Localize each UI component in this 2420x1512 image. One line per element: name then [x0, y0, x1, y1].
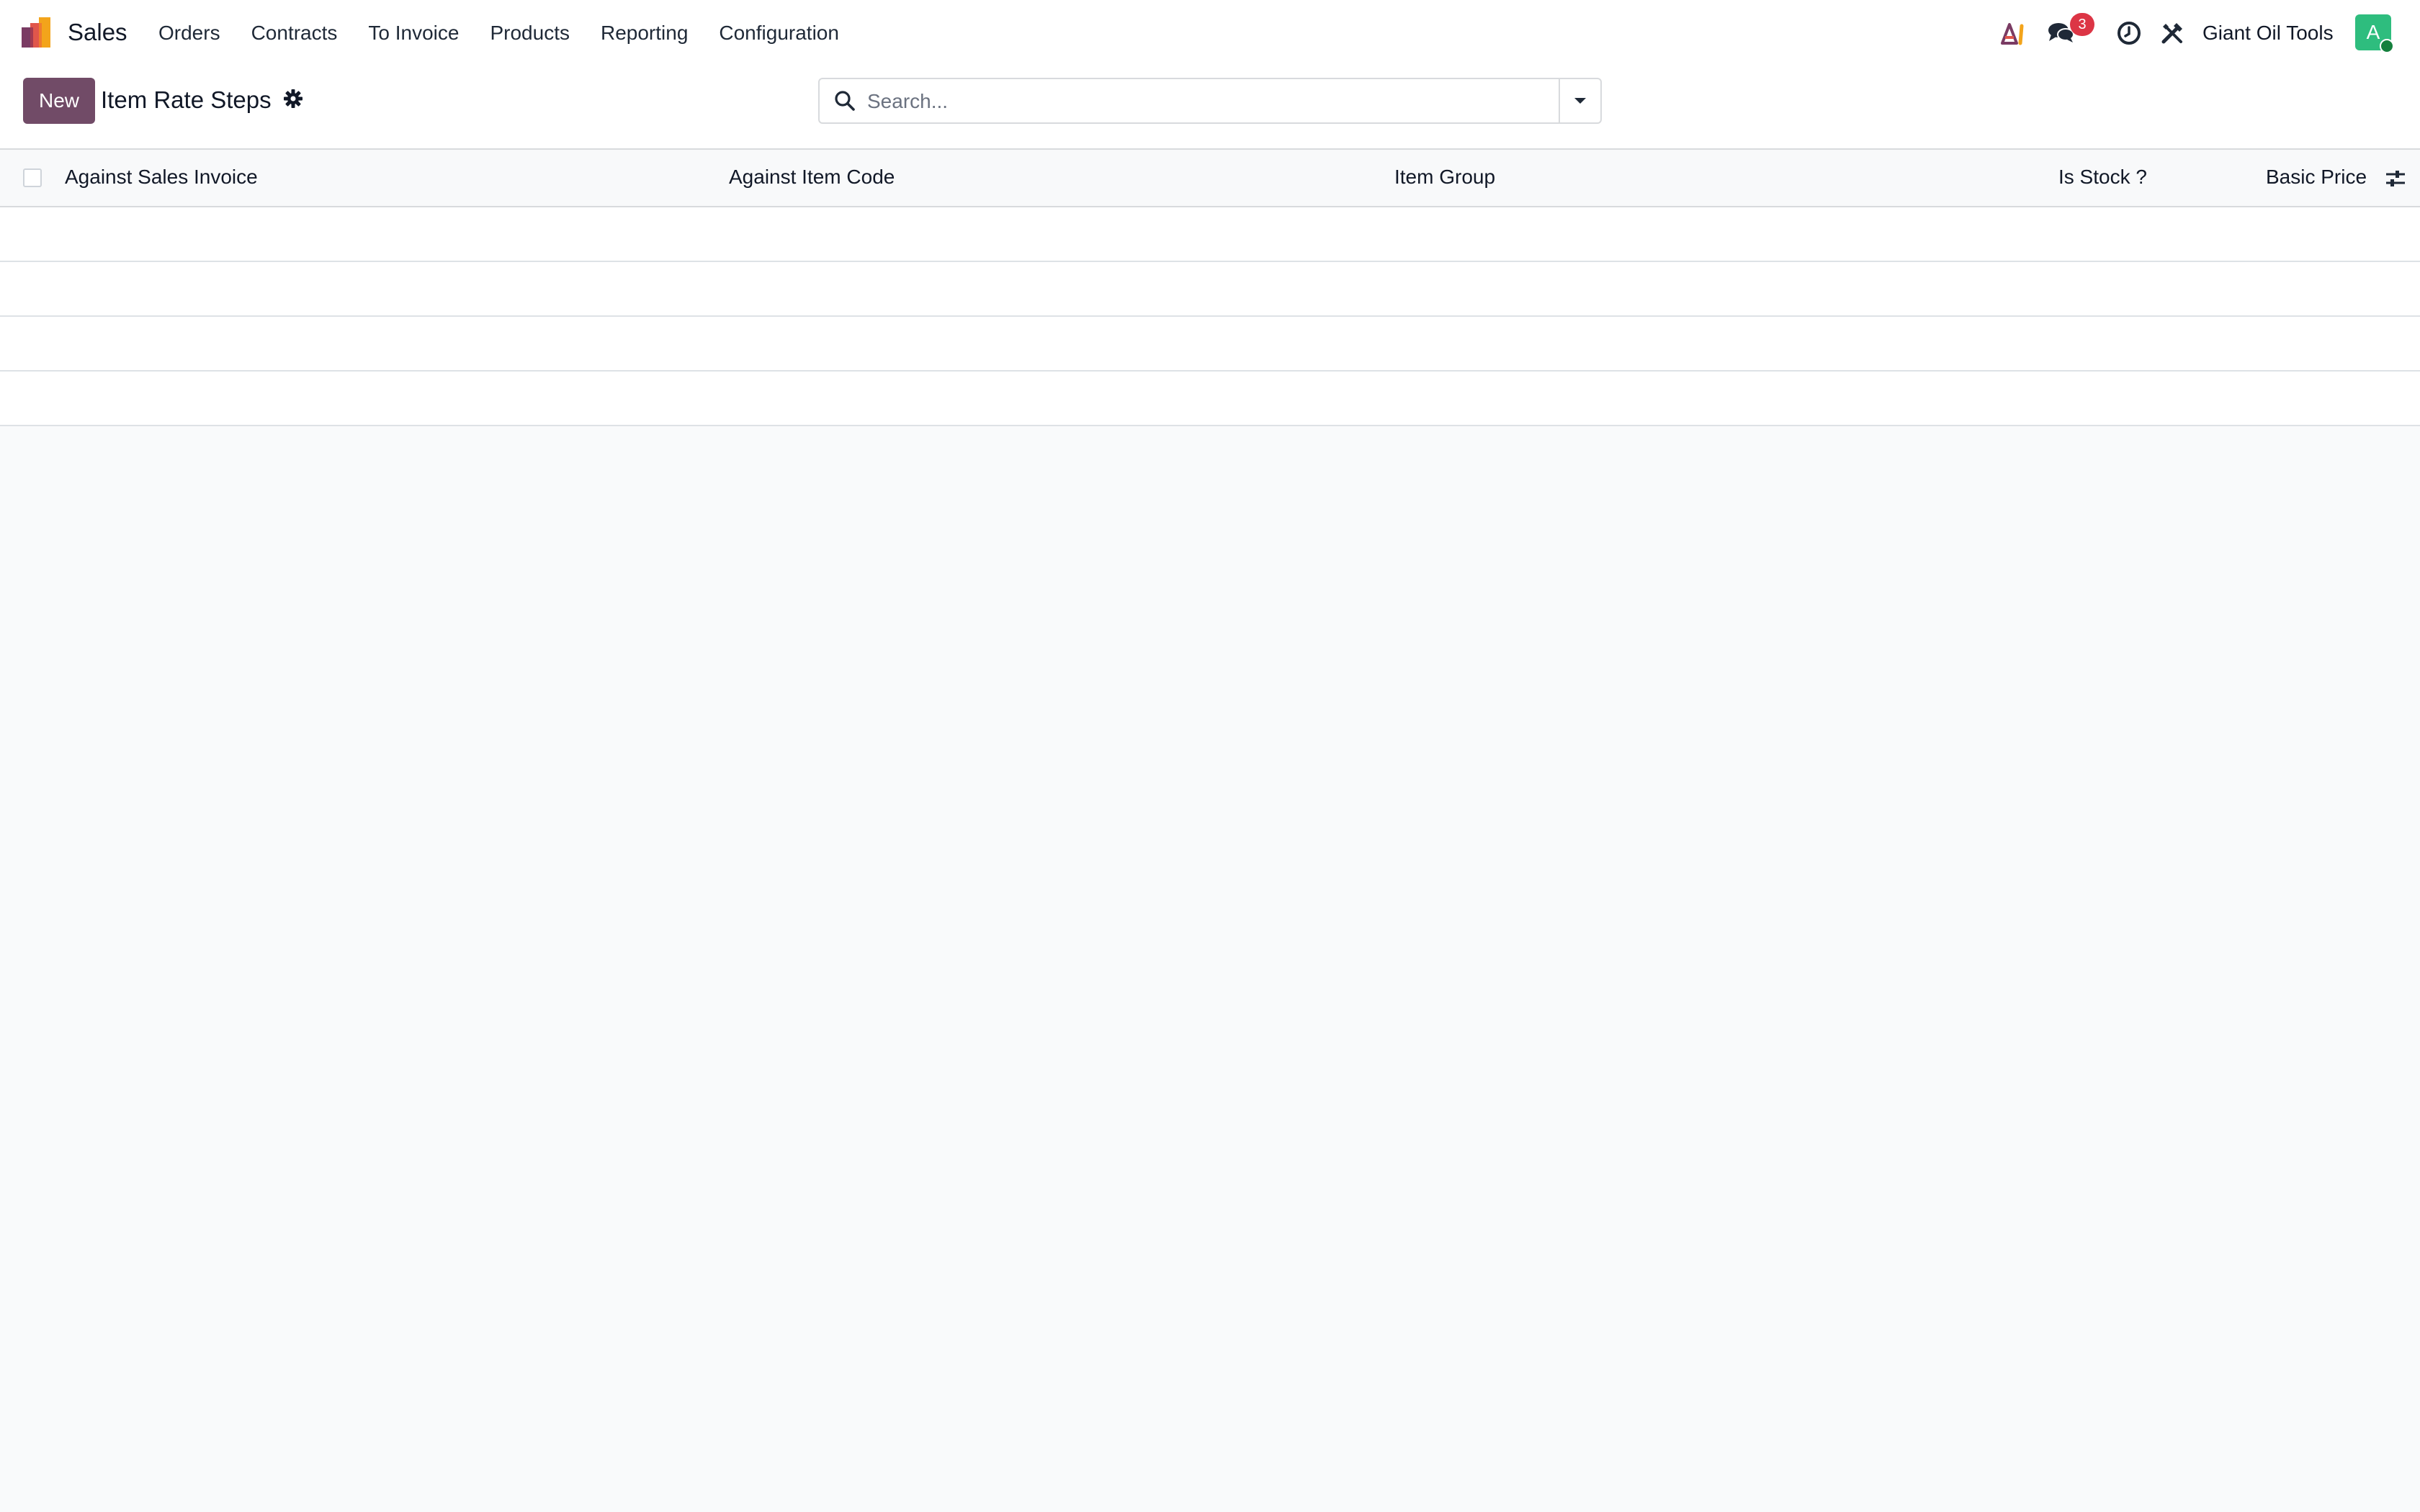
column-header-item-group[interactable]: Item Group — [1394, 166, 1495, 189]
select-all-checkbox[interactable] — [23, 168, 42, 187]
column-header-is-stock[interactable]: Is Stock ? — [2058, 166, 2147, 189]
new-button[interactable]: New — [23, 78, 95, 124]
gear-icon[interactable] — [282, 88, 304, 109]
menu-item-reporting[interactable]: Reporting — [601, 22, 688, 45]
sales-app-icon[interactable] — [20, 16, 55, 50]
search-options-toggle[interactable] — [1559, 78, 1602, 124]
messages-badge: 3 — [2070, 13, 2094, 36]
ai-assistant-icon[interactable] — [1999, 19, 2028, 48]
company-switcher[interactable]: Giant Oil Tools — [2202, 22, 2334, 45]
debug-tools-icon[interactable] — [2158, 19, 2187, 48]
empty-table-row — [0, 207, 2420, 262]
app-name[interactable]: Sales — [68, 19, 127, 46]
main-menu: Orders Contracts To Invoice Products Rep… — [158, 22, 870, 45]
menu-item-contracts[interactable]: Contracts — [251, 22, 338, 45]
control-panel: New Item Rate Steps — [0, 66, 2420, 150]
activities-clock-icon[interactable] — [2115, 19, 2143, 48]
menu-item-orders[interactable]: Orders — [158, 22, 220, 45]
empty-table-row — [0, 262, 2420, 317]
online-status-dot — [2380, 39, 2394, 53]
empty-table-row — [0, 317, 2420, 372]
optional-columns-sliders-icon[interactable] — [2384, 167, 2407, 190]
menu-item-products[interactable]: Products — [490, 22, 570, 45]
empty-table-row — [0, 372, 2420, 426]
caret-down-icon — [1574, 98, 1586, 104]
top-navbar: Sales Orders Contracts To Invoice Produc… — [0, 0, 2420, 66]
page-title: Item Rate Steps — [101, 86, 272, 113]
search-bar — [818, 78, 1560, 124]
search-icon — [835, 91, 855, 111]
menu-item-to-invoice[interactable]: To Invoice — [368, 22, 459, 45]
menu-item-configuration[interactable]: Configuration — [719, 22, 839, 45]
column-header-against-sales-invoice[interactable]: Against Sales Invoice — [65, 166, 258, 189]
search-input[interactable] — [866, 85, 1546, 118]
column-header-basic-price[interactable]: Basic Price — [2266, 166, 2367, 189]
list-header: Against Sales Invoice Against Item Code … — [0, 150, 2420, 207]
column-header-against-item-code[interactable]: Against Item Code — [729, 166, 895, 189]
